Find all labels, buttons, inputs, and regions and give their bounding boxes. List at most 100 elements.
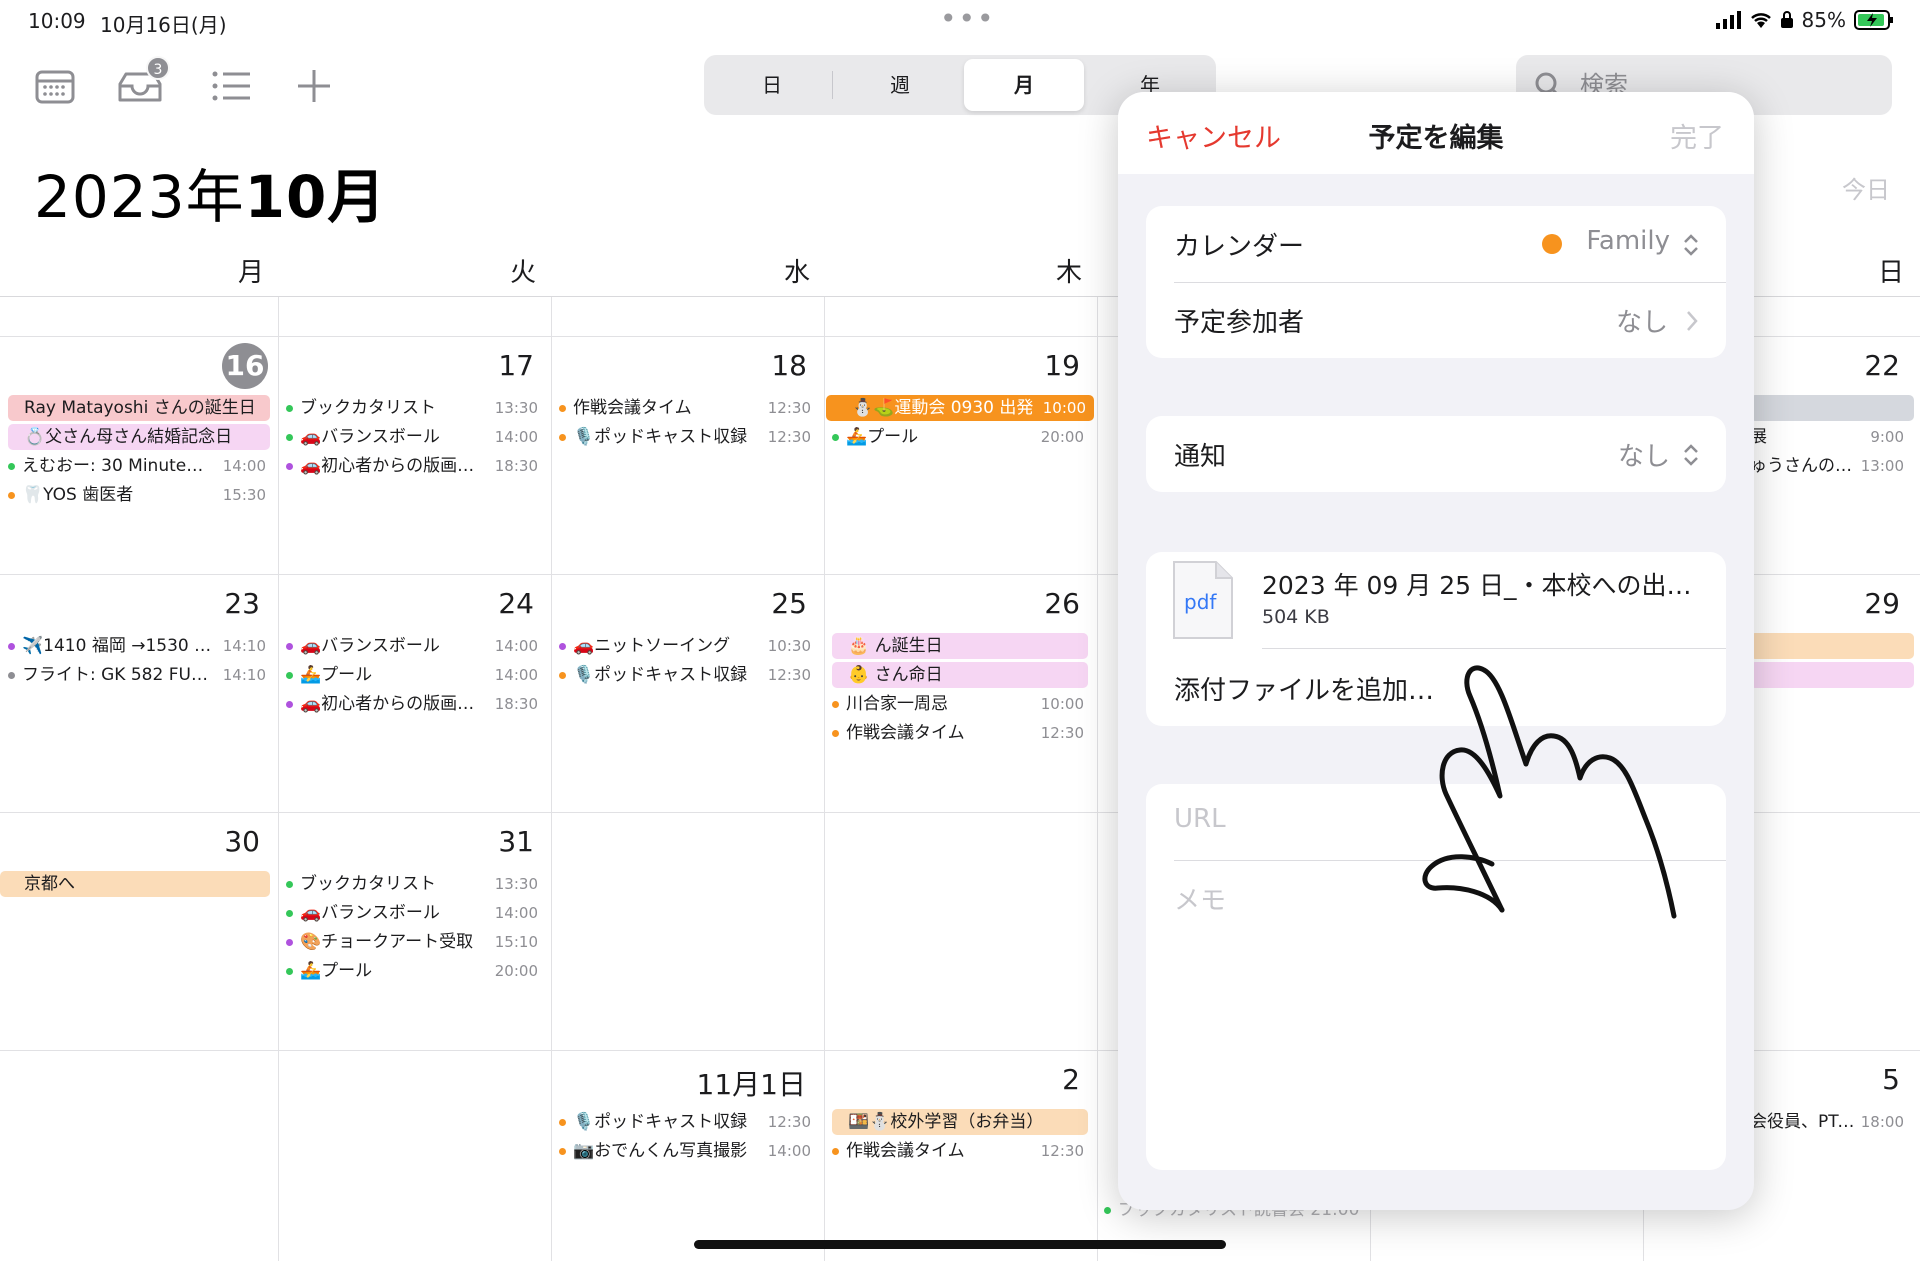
allday-event[interactable] xyxy=(1750,395,1914,421)
status-time: 10:09 xyxy=(28,9,86,33)
event-item[interactable]: 🎙️ポッドキャスト収録 12:30 xyxy=(559,1109,811,1135)
event-item[interactable]: 展 9:00 xyxy=(1746,424,1904,450)
calendar-settings-card: カレンダー Family 予定参加者 なし xyxy=(1146,206,1726,358)
day-22[interactable]: 22 xyxy=(1846,349,1900,382)
event-item[interactable]: ✈️1410 福岡 →1530 名… 14:10 xyxy=(8,633,266,659)
event-item[interactable]: 🚗バランスボール 14:00 xyxy=(286,424,538,450)
event-item[interactable]: 作戦会議タイム 12:30 xyxy=(832,720,1084,746)
event-item[interactable]: 🎙️ポッドキャスト収録 12:30 xyxy=(559,424,811,450)
day-19[interactable]: 19 xyxy=(1026,349,1080,382)
alert-card: 通知 なし xyxy=(1146,416,1726,492)
url-placeholder: URL xyxy=(1174,804,1226,834)
done-button[interactable]: 完了 xyxy=(1670,116,1724,155)
list-icon[interactable] xyxy=(210,66,254,110)
calendar-app: { "status": {"time": "10:09", "date": "1… xyxy=(0,0,1920,1261)
alert-value: なし xyxy=(1617,442,1670,472)
home-indicator[interactable] xyxy=(694,1240,1226,1249)
day-30[interactable]: 30 xyxy=(206,825,260,858)
chevron-right-icon xyxy=(1687,311,1698,331)
day-nov-5[interactable]: 5 xyxy=(1846,1063,1900,1096)
allday-event[interactable]: Ray Matayoshi さんの誕生日 xyxy=(8,395,270,421)
allday-event[interactable]: 👶 さん命日 xyxy=(832,662,1088,688)
battery-charging-icon xyxy=(1854,10,1893,30)
event-item[interactable]: 🚗ニットソーイング 10:30 xyxy=(559,633,811,659)
wifi-icon xyxy=(1750,13,1771,28)
event-item[interactable]: 🎙️ポッドキャスト収録 12:30 xyxy=(559,662,811,688)
day-24[interactable]: 24 xyxy=(480,587,534,620)
tab-month[interactable]: 月 xyxy=(964,59,1084,111)
weekday-sun: 日 xyxy=(1877,258,1904,288)
allday-event[interactable]: 🍱⛄校外学習（お弁当） xyxy=(832,1109,1088,1135)
day-16-today[interactable]: 16 xyxy=(222,343,268,389)
event-item[interactable]: 🚗バランスボール 14:00 xyxy=(286,900,538,926)
invitees-label: 予定参加者 xyxy=(1174,308,1305,338)
notes-placeholder: メモ xyxy=(1174,886,1227,916)
allday-event-kyoto[interactable]: 京都へ xyxy=(0,871,270,897)
day-nov-1[interactable]: 11月1日 xyxy=(640,1063,806,1103)
title-year-suffix: 年 xyxy=(185,163,245,231)
battery-percent: 85% xyxy=(1801,8,1846,32)
status-bar: 10:09 10月16日(月) ••• 85% xyxy=(0,0,1920,44)
calendar-value: Family xyxy=(1586,226,1670,256)
allday-event[interactable]: 💍父さん母さん結婚記念日 xyxy=(8,424,270,450)
add-event-icon[interactable] xyxy=(294,66,338,110)
edit-event-popover: キャンセル 予定を編集 完了 カレンダー Family 予定参加者 なし 通知 … xyxy=(1118,92,1754,1210)
event-item[interactable]: 📷おでんくん写真撮影 14:00 xyxy=(559,1138,811,1164)
calendar-row[interactable]: カレンダー Family xyxy=(1146,206,1726,282)
attachment-item[interactable]: pdf 2023 年 09 月 25 日_・本校への出… 504 KB xyxy=(1146,552,1726,648)
event-item[interactable]: 🚗初心者からの版画… 18:30 xyxy=(286,453,538,479)
calendar-color-dot xyxy=(1542,234,1562,254)
day-31[interactable]: 31 xyxy=(480,825,534,858)
event-item[interactable]: 作戦会議タイム 12:30 xyxy=(832,1138,1084,1164)
title-month: 10月 xyxy=(244,163,387,231)
attachment-name: 2023 年 09 月 25 日_・本校への出… xyxy=(1262,571,1692,600)
alert-label: 通知 xyxy=(1174,442,1227,472)
day-26[interactable]: 26 xyxy=(1026,587,1080,620)
event-item[interactable]: 🚣プール 20:00 xyxy=(286,958,538,984)
event-item[interactable]: 作戦会議タイム 12:30 xyxy=(559,395,811,421)
invitees-value: なし xyxy=(1615,308,1668,338)
inbox-icon[interactable]: 3 xyxy=(116,56,176,110)
event-item[interactable]: 🚣プール 14:00 xyxy=(286,662,538,688)
day-23[interactable]: 23 xyxy=(206,587,260,620)
multitasking-dots-icon[interactable]: ••• xyxy=(940,2,996,35)
chevron-updown-icon xyxy=(1684,444,1698,466)
allday-event[interactable]: 🎂 ん誕生日 xyxy=(832,633,1088,659)
invitees-row[interactable]: 予定参加者 なし xyxy=(1146,282,1726,358)
event-item[interactable]: 🎨チョークアート受取 15:10 xyxy=(286,929,538,955)
event-item[interactable]: 会役員、PTA …18:00 xyxy=(1746,1109,1904,1135)
day-17[interactable]: 17 xyxy=(480,349,534,382)
day-nov-2[interactable]: 2 xyxy=(1026,1063,1080,1096)
pdf-type-label: pdf xyxy=(1184,590,1217,614)
today-button[interactable]: 今日 xyxy=(1842,170,1890,205)
event-item[interactable]: ゅうさんの家へ 13:00 xyxy=(1746,453,1904,479)
tab-day[interactable]: 日 xyxy=(712,59,832,111)
allday-event[interactable] xyxy=(1750,662,1914,688)
allday-event-sportsday[interactable]: ⛄⛳運動会 0930 出発 10:00 xyxy=(826,395,1094,421)
event-item[interactable]: 🦷YOS 歯医者 15:30 xyxy=(8,482,266,508)
alert-row[interactable]: 通知 なし xyxy=(1146,416,1726,492)
calendars-icon[interactable] xyxy=(34,66,78,110)
event-item[interactable]: 🚗バランスボール 14:00 xyxy=(286,633,538,659)
add-attachment-label: 添付ファイルを追加… xyxy=(1174,676,1435,706)
inbox-badge: 3 xyxy=(146,56,170,80)
event-item[interactable]: えむおー: 30 Minute… 14:00 xyxy=(8,453,266,479)
event-item[interactable]: ブックカタリスト 13:30 xyxy=(286,395,538,421)
day-25[interactable]: 25 xyxy=(753,587,807,620)
event-item[interactable]: 川合家一周忌 10:00 xyxy=(832,691,1084,717)
event-item[interactable]: 🚣プール 20:00 xyxy=(832,424,1084,450)
attachment-size: 504 KB xyxy=(1262,606,1330,628)
weekday-thu: 木 xyxy=(1055,258,1082,288)
event-item[interactable]: ブックカタリスト 13:30 xyxy=(286,871,538,897)
event-item[interactable]: フライト: GK 582 FUK… 14:10 xyxy=(8,662,266,688)
title-year: 2023 xyxy=(34,163,186,231)
day-18[interactable]: 18 xyxy=(753,349,807,382)
day-29[interactable]: 29 xyxy=(1846,587,1900,620)
popover-header: キャンセル 予定を編集 完了 xyxy=(1118,92,1754,174)
event-item[interactable]: 🚗初心者からの版画… 18:30 xyxy=(286,691,538,717)
tab-week[interactable]: 週 xyxy=(840,59,960,111)
pdf-file-icon: pdf xyxy=(1172,560,1234,640)
popover-title: 予定を編集 xyxy=(1368,123,1504,154)
allday-event[interactable] xyxy=(1750,633,1914,659)
weekday-mon: 月 xyxy=(237,258,264,288)
